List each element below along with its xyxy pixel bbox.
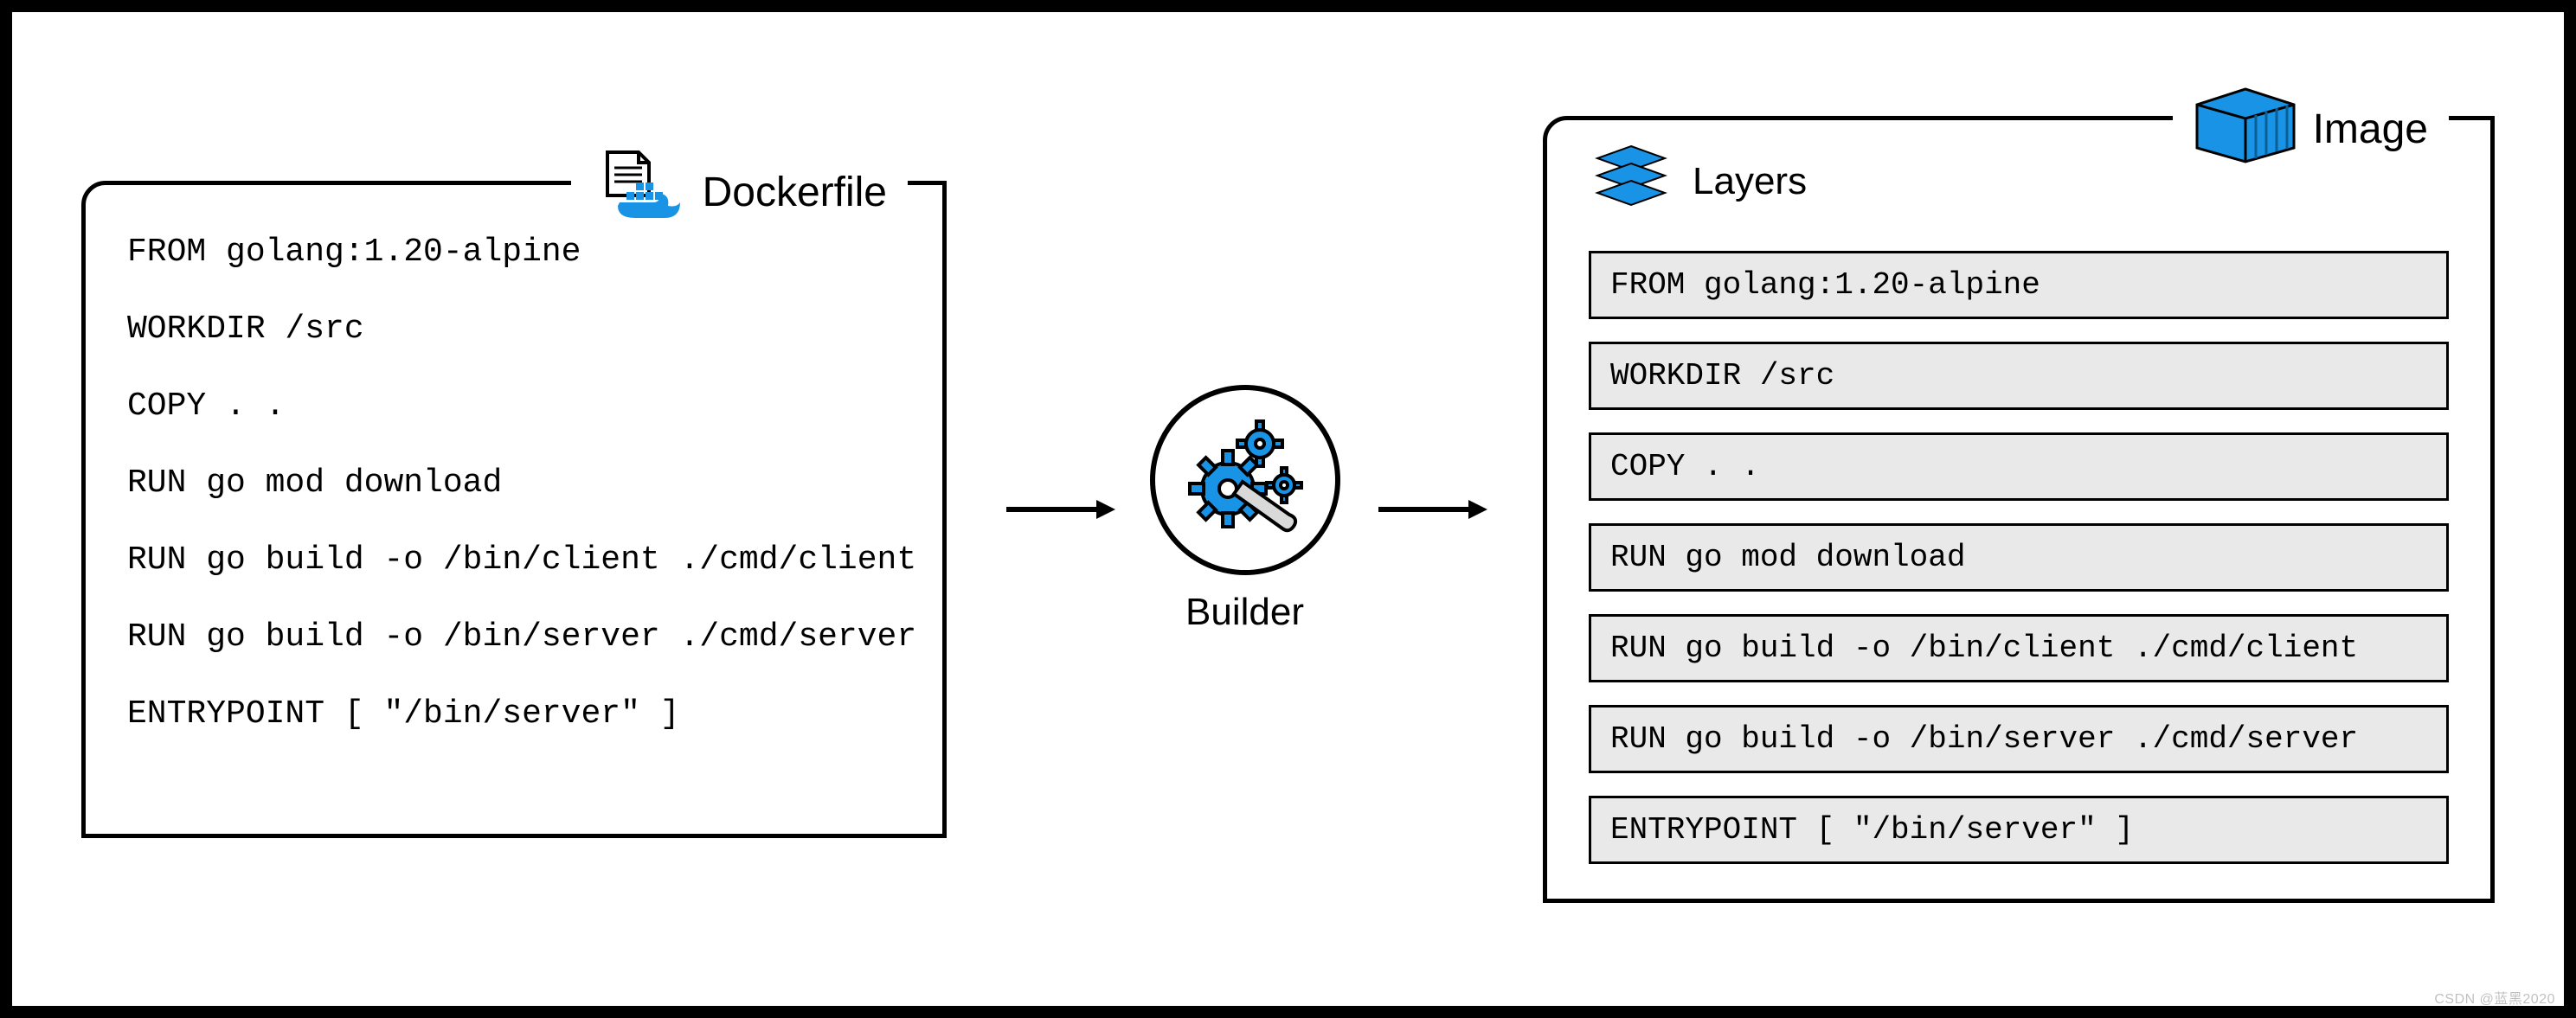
layers-label: Layers — [1693, 160, 1807, 203]
diagram-canvas: Dockerfile FROM golang:1.20-alpine WORKD… — [0, 0, 2576, 1018]
image-title: Image — [2313, 106, 2428, 153]
code-line: RUN go mod download — [127, 464, 901, 502]
dockerfile-icon — [592, 150, 687, 235]
code-line: RUN go build -o /bin/server ./cmd/server — [127, 618, 901, 656]
code-line: WORKDIR /src — [127, 311, 901, 348]
arrow-right-icon — [1375, 496, 1487, 522]
code-line: COPY . . — [127, 387, 901, 425]
layer-item: ENTRYPOINT [ "/bin/server" ] — [1589, 796, 2449, 864]
builder-label: Builder — [1185, 591, 1304, 634]
layer-item: RUN go build -o /bin/server ./cmd/server — [1589, 705, 2449, 773]
builder-block: Builder — [1150, 385, 1340, 634]
gears-icon — [1180, 413, 1310, 547]
layers-icon — [1594, 144, 1668, 220]
dockerfile-legend: Dockerfile — [571, 150, 908, 235]
layer-item: WORKDIR /src — [1589, 342, 2449, 410]
code-line: RUN go build -o /bin/client ./cmd/client — [127, 541, 901, 579]
dockerfile-title: Dockerfile — [703, 169, 887, 216]
builder-circle — [1150, 385, 1340, 575]
builder-column: Builder — [1003, 385, 1487, 634]
dockerfile-panel: Dockerfile FROM golang:1.20-alpine WORKD… — [81, 181, 947, 838]
dockerfile-code: FROM golang:1.20-alpine WORKDIR /src COP… — [127, 227, 901, 733]
code-line: ENTRYPOINT [ "/bin/server" ] — [127, 695, 901, 733]
layer-item: COPY . . — [1589, 432, 2449, 501]
image-panel: Image Layers FROM golang:1.20-alpine WOR… — [1543, 116, 2495, 903]
watermark: CSDN @蓝黑2020 — [2434, 987, 2555, 1008]
layer-item: RUN go build -o /bin/client ./cmd/client — [1589, 614, 2449, 682]
layer-list: FROM golang:1.20-alpine WORKDIR /src COP… — [1589, 251, 2449, 864]
arrow-right-icon — [1003, 496, 1115, 522]
image-legend: Image — [2173, 86, 2449, 174]
code-line: FROM golang:1.20-alpine — [127, 234, 901, 271]
layer-item: RUN go mod download — [1589, 523, 2449, 592]
container-icon — [2194, 86, 2297, 174]
layer-item: FROM golang:1.20-alpine — [1589, 251, 2449, 319]
